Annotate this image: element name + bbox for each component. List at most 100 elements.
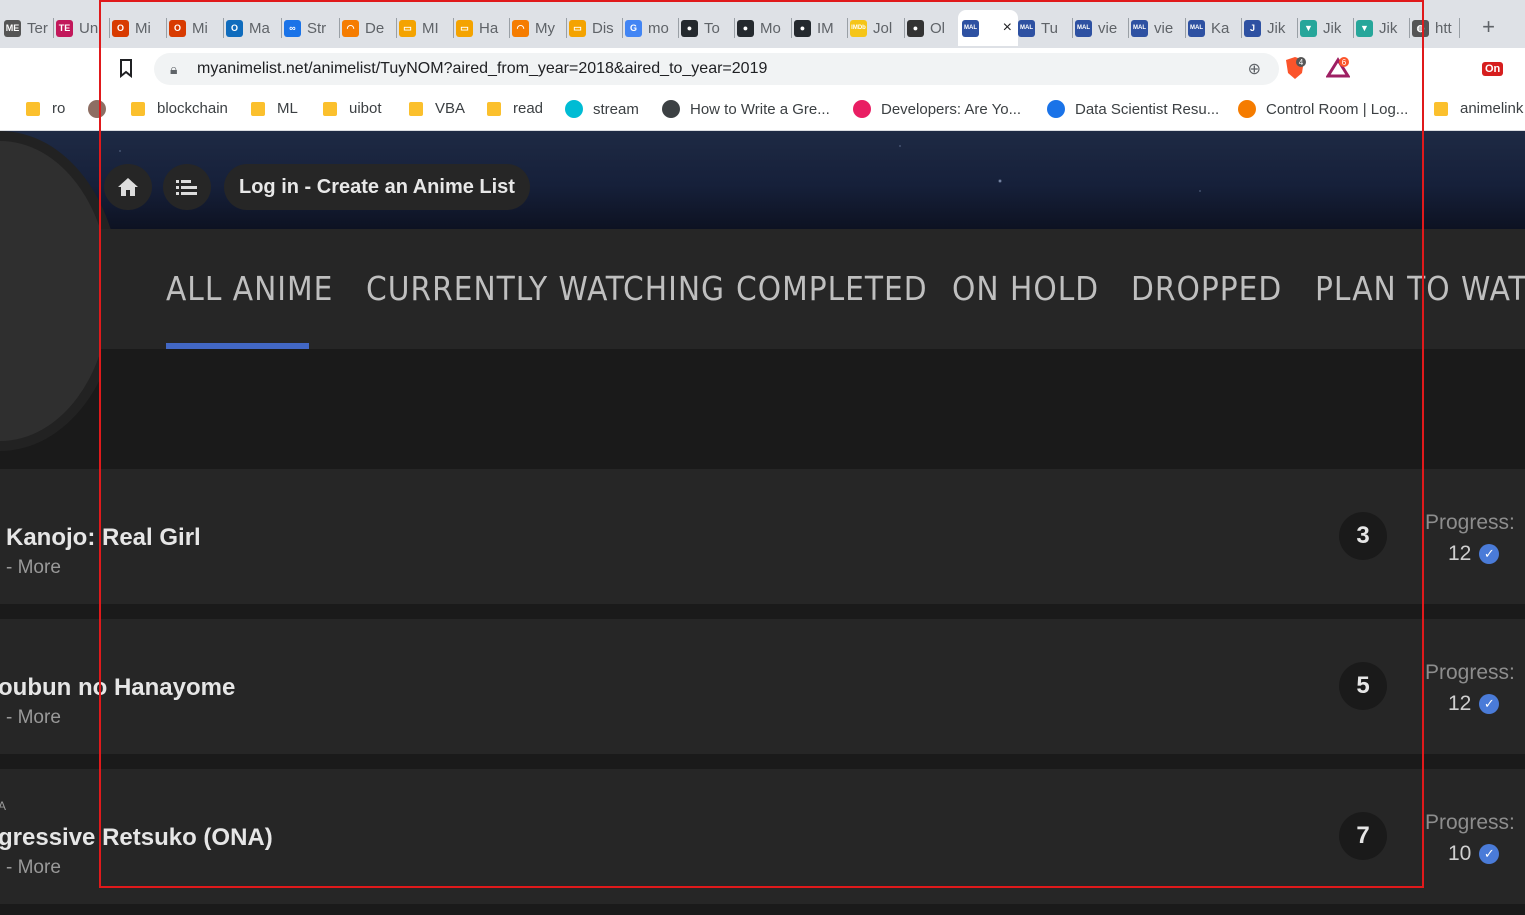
tab-favicon-icon: ◠ (342, 19, 359, 37)
bat-badge: 6 (1342, 58, 1347, 67)
bookmark-label: Developers: Are Yo... (881, 100, 1022, 118)
browser-tab[interactable]: ▭ MI (395, 10, 454, 46)
bat-rewards-icon[interactable]: 6 (1326, 56, 1350, 80)
tab-favicon-icon: MAL (962, 19, 979, 37)
browser-tab[interactable]: MAL vie (1127, 10, 1186, 46)
tab-favicon-icon: ▼ (1356, 19, 1373, 37)
browser-tab[interactable]: ◠ My (508, 10, 567, 46)
tab-title: Str (307, 19, 327, 37)
browser-tab[interactable]: ▼ Jik (1352, 10, 1410, 46)
tab-favicon-icon: ● (794, 19, 811, 37)
bookmark-item[interactable]: stream (565, 100, 639, 118)
tab-favicon-icon: ∞ (284, 19, 301, 37)
browser-tab[interactable]: MAL Tu (1014, 10, 1073, 46)
browser-tab[interactable]: O Mi (108, 10, 167, 46)
browser-tab[interactable]: ● Mo (733, 10, 792, 46)
extension-on-icon[interactable]: On (1482, 62, 1504, 76)
browser-tab[interactable]: ▭ Ha (452, 10, 510, 46)
tab-all-anime[interactable]: All Anime (166, 269, 333, 308)
browser-tab[interactable]: J Jik (1240, 10, 1298, 46)
folder-icon (131, 101, 145, 116)
address-bar[interactable]: 🔒︎ myanimelist.net/animelist/TuyNOM?aire… (154, 53, 1279, 85)
tab-favicon-icon: MAL (1075, 19, 1092, 37)
folder-icon (26, 101, 40, 116)
progress-label: Progress: (1425, 511, 1515, 534)
bookmark-icon[interactable] (118, 58, 134, 78)
bookmark-item[interactable]: VBA (409, 100, 465, 117)
browser-tab[interactable]: O Ma (222, 10, 282, 46)
login-button[interactable]: Log in - Create an Anime List (224, 164, 530, 210)
tab-on-hold[interactable]: On Hold (952, 269, 1099, 308)
bookmark-item[interactable]: animelink (1434, 100, 1523, 117)
browser-tab[interactable]: ● To (677, 10, 735, 46)
tab-favicon-icon: G (625, 19, 642, 37)
browser-tab[interactable]: MAL vie (1071, 10, 1129, 46)
browser-tab[interactable]: ● Ol (903, 10, 960, 46)
bookmark-label: ML (277, 100, 298, 117)
bookmark-item[interactable]: read (487, 100, 543, 117)
bookmark-item[interactable]: ro (26, 100, 65, 117)
more-link[interactable]: - More (6, 857, 61, 879)
tab-title: My (535, 19, 555, 37)
bookmark-item[interactable]: blockchain (131, 100, 228, 117)
url-text[interactable]: myanimelist.net/animelist/TuyNOM?aired_f… (197, 60, 767, 78)
bookmark-item[interactable]: ML (251, 100, 298, 117)
tab-title: Jik (1323, 19, 1342, 37)
zoom-icon[interactable]: ⊕ (1248, 59, 1261, 79)
browser-tab[interactable]: O Mi (165, 10, 224, 46)
tab-favicon-icon: IMDb (850, 19, 867, 37)
tab-plan-to-watch[interactable]: Plan to Watch (1315, 269, 1525, 308)
folder-icon (409, 101, 423, 116)
bookmark-label: ro (52, 100, 66, 117)
tab-favicon-icon: ◍ (1412, 19, 1429, 37)
more-link[interactable]: - More (6, 707, 61, 729)
list-item: oubun no Hanayome - More 5 Progress: 12 ✓ (0, 619, 1525, 754)
status-tabs: All Anime Currently Watching Completed O… (100, 229, 1525, 349)
brave-badge: 4 (1299, 58, 1304, 67)
anime-title[interactable]: Kanojo: Real Girl (6, 524, 201, 552)
tab-favicon-icon: ● (681, 19, 698, 37)
bookmark-item[interactable]: How to Write a Gre... (662, 100, 830, 118)
browser-tab[interactable]: MAL Ka (1184, 10, 1242, 46)
more-link[interactable]: - More (6, 557, 61, 579)
home-button[interactable] (104, 164, 152, 210)
tab-title: Mo (760, 19, 781, 37)
tab-currently-watching[interactable]: Currently Watching (366, 269, 725, 308)
anime-title[interactable]: oubun no Hanayome (0, 674, 235, 702)
browser-tab[interactable]: ∞ Str (280, 10, 340, 46)
browser-tab[interactable]: MAL × (958, 10, 1018, 46)
browser-tab[interactable]: ● IM (790, 10, 848, 46)
tab-title: Jol (873, 19, 893, 37)
bookmark-item[interactable]: Data Scientist Resu... (1047, 100, 1219, 118)
tab-dropped[interactable]: Dropped (1131, 269, 1282, 308)
tab-favicon-icon: ◠ (512, 19, 529, 37)
list-menu-button[interactable] (163, 164, 211, 210)
browser-tab[interactable]: ▭ Dis (565, 10, 623, 46)
site-icon (565, 100, 583, 118)
browser-tab[interactable]: IMDb Jol (846, 10, 905, 46)
bookmark-item[interactable]: uibot (323, 100, 382, 117)
bookmarks-bar: ro blockchain ML uibot VBA read stream How to W… (0, 90, 1525, 131)
browser-tab[interactable]: ◍ htt (1408, 10, 1460, 46)
bookmark-item[interactable] (88, 100, 116, 118)
close-tab-icon[interactable]: × (1003, 19, 1012, 37)
new-tab-button[interactable]: + (1482, 14, 1495, 40)
lock-icon: 🔒︎ (170, 61, 178, 77)
tab-title: Ka (1211, 19, 1230, 37)
browser-tab[interactable]: ▼ Jik (1296, 10, 1354, 46)
tab-favicon-icon: MAL (1018, 19, 1035, 37)
tab-title: Ol (930, 19, 945, 37)
tab-completed[interactable]: Completed (736, 269, 928, 308)
browser-tab[interactable]: ME Ter (0, 10, 54, 46)
bookmark-item[interactable]: Control Room | Log... (1238, 100, 1408, 118)
anime-title[interactable]: gressive Retsuko (ONA) (0, 824, 273, 852)
tab-title: Dis (592, 19, 614, 37)
browser-tab[interactable]: ◠ De (338, 10, 397, 46)
progress-count: 12 (1448, 692, 1472, 715)
brave-shield-icon[interactable]: 4 (1284, 56, 1306, 80)
bookmark-label: stream (593, 100, 639, 118)
browser-tab[interactable]: TE Un (52, 10, 110, 46)
tab-favicon-icon: MAL (1188, 19, 1205, 37)
bookmark-item[interactable]: Developers: Are Yo... (853, 100, 1021, 118)
browser-tab[interactable]: Gmo (621, 10, 679, 46)
